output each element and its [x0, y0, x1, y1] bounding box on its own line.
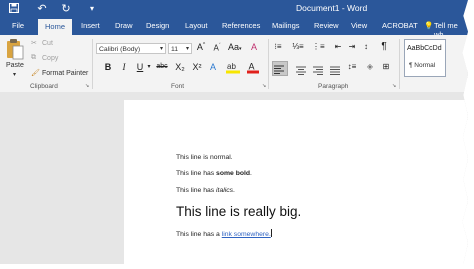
style-normal-tile[interactable]: AaBbCcDd ¶ Normal — [404, 39, 446, 77]
show-marks-icon[interactable]: ¶ — [378, 41, 390, 52]
paragraph-launcher-icon[interactable]: ↘ — [392, 83, 396, 89]
style-preview: AaBbCcDd — [407, 45, 442, 52]
tab-mailings[interactable]: Mailings — [272, 21, 300, 30]
redo-icon[interactable]: ↻ — [60, 3, 72, 15]
font-color-icon[interactable]: A — [247, 61, 259, 76]
tab-design[interactable]: Design — [146, 21, 169, 30]
tab-home[interactable]: Home — [38, 19, 73, 35]
increase-indent-icon[interactable]: ⇥ — [346, 42, 358, 51]
svg-text:A: A — [249, 62, 255, 72]
sort-icon[interactable]: ↕ — [360, 42, 372, 51]
doc-line-bold: This line has some bold. — [176, 170, 252, 177]
undo-icon[interactable]: ↶ — [36, 3, 48, 15]
highlight-icon[interactable]: ab — [226, 61, 240, 76]
italic-text: italics — [216, 187, 234, 194]
align-left-button[interactable] — [272, 61, 288, 76]
tab-file[interactable]: File — [12, 21, 24, 30]
word-window: ↶ ↻ ▾ Document1 - Word File Home Insert … — [0, 0, 468, 264]
subscript-button[interactable]: X₂ — [173, 62, 187, 72]
style-next-tile[interactable] — [450, 40, 466, 76]
clipboard-launcher-icon[interactable]: ↘ — [85, 83, 89, 89]
numbering-icon[interactable]: ⅓≡ — [292, 42, 304, 51]
tab-review[interactable]: Review — [314, 21, 339, 30]
strikethrough-button[interactable]: abc — [154, 63, 170, 70]
cut-button[interactable]: Cut — [42, 40, 53, 47]
borders-icon[interactable]: ⊞ — [380, 62, 392, 71]
save-icon[interactable] — [8, 3, 20, 15]
line-text: . — [250, 170, 252, 177]
font-launcher-icon[interactable]: ↘ — [262, 83, 266, 89]
ribbon-home: Paste ▾ ✂ Cut ⧉ Copy 🖌 Format Painter Cl… — [0, 35, 468, 93]
doc-line-normal: This line is normal. — [176, 154, 233, 161]
bold-text: some bold — [216, 170, 251, 177]
title-bar: ↶ ↻ ▾ Document1 - Word — [0, 0, 468, 18]
style-name: ¶ Normal — [409, 62, 436, 69]
text-effects-icon[interactable]: A — [207, 62, 219, 72]
svg-text:ab: ab — [227, 62, 236, 71]
superscript-button[interactable]: X² — [190, 62, 204, 72]
group-divider — [268, 39, 269, 89]
bullets-icon[interactable]: ⁝≡ — [272, 42, 284, 51]
line-text: . — [233, 187, 235, 194]
group-divider — [92, 39, 93, 89]
document-page[interactable]: This line is normal. This line has some … — [124, 100, 468, 264]
hyperlink[interactable]: link somewhere. — [222, 231, 271, 238]
paste-dropdown-icon[interactable]: ▾ — [13, 71, 16, 78]
line-text: This line has — [176, 170, 217, 177]
chevron-down-icon: ▾ — [159, 46, 163, 52]
tab-view[interactable]: View — [351, 21, 367, 30]
copy-icon: ⧉ — [31, 54, 36, 61]
text-cursor — [270, 229, 272, 237]
ribbon-tabs: File Home Insert Draw Design Layout Refe… — [0, 18, 468, 39]
tab-insert[interactable]: Insert — [81, 21, 100, 30]
line-text: This line has a — [176, 231, 222, 238]
tab-layout[interactable]: Layout — [185, 21, 208, 30]
doc-line-link: This line has a link somewhere. — [176, 229, 272, 238]
align-right-icon[interactable] — [312, 63, 324, 81]
tab-draw[interactable]: Draw — [115, 21, 133, 30]
paste-button[interactable]: Paste — [6, 62, 24, 69]
document-area: This line is normal. This line has some … — [0, 92, 468, 264]
change-case-icon[interactable]: Aa▾ — [228, 42, 242, 52]
window-title: Document1 - Word — [296, 3, 368, 13]
font-group-label: Font — [171, 83, 185, 90]
format-painter-icon: 🖌 — [31, 70, 40, 77]
shading-icon[interactable]: ◈ — [364, 62, 376, 71]
justify-icon[interactable] — [329, 63, 341, 81]
bold-button[interactable]: B — [102, 62, 114, 72]
doc-line-italic: This line has italics. — [176, 187, 235, 194]
italic-button[interactable]: I — [118, 62, 130, 72]
paragraph-group-label: Paragraph — [318, 83, 349, 90]
chevron-down-icon: ▾ — [185, 46, 189, 52]
multilevel-list-icon[interactable]: ⋮≡ — [312, 42, 325, 51]
cut-icon: ✂ — [31, 40, 37, 47]
group-divider — [399, 39, 400, 89]
line-spacing-icon[interactable]: ↕≡ — [346, 62, 358, 71]
line-text: This line has — [176, 187, 217, 194]
customize-qat-icon[interactable]: ▾ — [86, 3, 98, 15]
clipboard-group-label: Clipboard — [30, 83, 58, 90]
format-painter-button[interactable]: Format Painter — [42, 70, 88, 77]
tab-acrobat[interactable]: ACROBAT — [382, 21, 418, 30]
font-size-value: 11 — [171, 46, 179, 53]
decrease-indent-icon[interactable]: ⇤ — [332, 42, 344, 51]
tab-references[interactable]: References — [222, 21, 260, 30]
grow-font-icon[interactable]: A^ — [195, 42, 207, 52]
align-center-icon[interactable] — [295, 63, 307, 81]
doc-line-big: This line is really big. — [176, 204, 302, 219]
lightbulb-icon: 💡 — [424, 21, 434, 30]
font-name-value: Calibri (Body) — [99, 46, 141, 53]
font-name-combo[interactable]: Calibri (Body) ▾ — [96, 43, 166, 54]
font-size-combo[interactable]: 11 ▾ — [168, 43, 192, 54]
paste-icon[interactable] — [6, 38, 24, 65]
copy-button[interactable]: Copy — [42, 55, 58, 62]
clear-formatting-icon[interactable]: A — [248, 42, 260, 52]
shrink-font-icon[interactable]: Aˇ — [211, 43, 223, 53]
